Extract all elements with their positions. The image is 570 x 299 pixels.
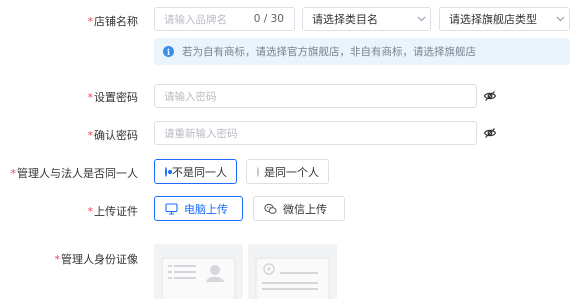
store-type-select[interactable]: 请选择旗舰店类型 <box>439 7 570 31</box>
id-card-front-upload[interactable] <box>154 244 243 299</box>
brand-name-input[interactable]: 请输入品牌名 0 / 30 <box>154 7 295 31</box>
required-mark: * <box>10 167 17 180</box>
id-card-front-icon <box>161 257 236 299</box>
chevron-down-icon <box>551 8 569 30</box>
confirm-password-label: *确认密码 <box>87 129 139 142</box>
wechat-upload-button[interactable]: 微信上传 <box>253 196 345 221</box>
pc-upload-label: 电脑上传 <box>184 202 228 216</box>
info-icon: i <box>163 46 174 57</box>
radio-label: 不是同一人 <box>172 165 227 179</box>
trademark-notice: i 若为自有商标，请选择官方旗舰店，非自有商标，请选择旗舰店 <box>154 38 570 65</box>
notice-text: 若为自有商标，请选择官方旗舰店，非自有商标，请选择旗舰店 <box>182 46 476 58</box>
required-mark: * <box>54 253 61 266</box>
radio-same-person[interactable]: 是同一个人 <box>246 159 329 184</box>
confirm-password-placeholder: 请重新输入密码 <box>164 127 238 140</box>
radio-dot <box>257 166 259 177</box>
pc-upload-button[interactable]: 电脑上传 <box>154 196 243 221</box>
password-placeholder: 请输入密码 <box>164 90 217 103</box>
id-photo-label: *管理人身份证像 <box>54 253 139 266</box>
same-person-label: *管理人与法人是否同一人 <box>10 167 139 180</box>
required-mark: * <box>87 91 94 104</box>
wechat-icon <box>264 203 277 214</box>
required-mark: * <box>87 129 94 142</box>
char-counter: 0 / 30 <box>253 13 284 25</box>
store-name-label: *店铺名称 <box>87 15 139 28</box>
id-card-back-upload[interactable] <box>248 244 337 299</box>
monitor-icon <box>165 202 178 215</box>
required-mark: * <box>87 15 94 28</box>
store-type-select-value: 请选择旗舰店类型 <box>449 13 537 26</box>
password-input[interactable]: 请输入密码 <box>154 84 477 108</box>
radio-dot-checked <box>165 166 172 177</box>
radio-label: 是同一个人 <box>264 165 319 179</box>
upload-label: *上传证件 <box>87 205 139 218</box>
chevron-down-icon <box>412 8 430 30</box>
id-card-back-icon <box>255 257 330 299</box>
brand-name-placeholder: 请输入品牌名 <box>164 13 227 26</box>
eye-off-icon[interactable] <box>483 126 497 140</box>
password-label: *设置密码 <box>87 91 139 104</box>
eye-off-icon[interactable] <box>483 89 497 103</box>
confirm-password-input[interactable]: 请重新输入密码 <box>154 121 477 145</box>
radio-not-same-person[interactable]: 不是同一人 <box>154 159 237 184</box>
category-select-value: 请选择类目名 <box>312 13 378 26</box>
required-mark: * <box>87 205 94 218</box>
wechat-upload-label: 微信上传 <box>283 202 327 216</box>
category-select[interactable]: 请选择类目名 <box>302 7 431 31</box>
